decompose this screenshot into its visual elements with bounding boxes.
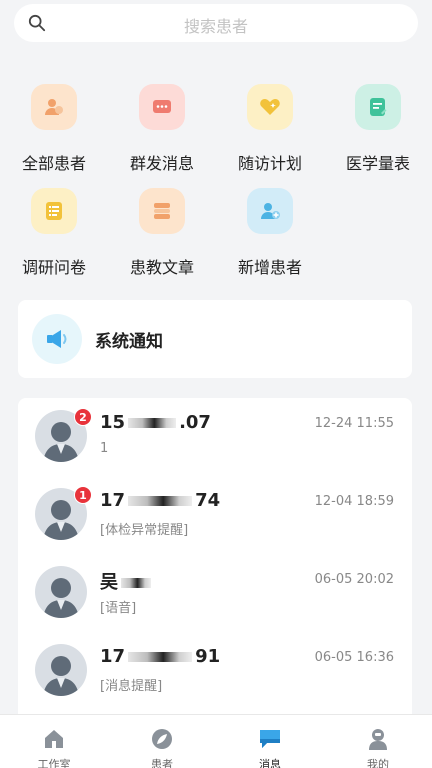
action-label: 调研问卷: [21, 258, 86, 277]
action-questionnaire[interactable]: 调研问卷: [0, 188, 108, 278]
action-add-patient[interactable]: 新增患者: [216, 188, 324, 278]
search-bar[interactable]: 搜索患者: [14, 4, 418, 42]
message-preview: [语音]: [100, 601, 137, 616]
contact-name: 吴: [100, 568, 154, 594]
list-item[interactable]: 2 15.07 1 12-24 11:55: [18, 398, 412, 476]
list-item[interactable]: 17 91 [消息提醒] 06-05 16:36: [18, 632, 412, 710]
action-label: 新增患者: [237, 258, 302, 277]
action-label: 随访计划: [237, 154, 302, 173]
notice-title: 系统通知: [95, 332, 163, 352]
tab-messages[interactable]: 消息: [216, 715, 324, 768]
list-item[interactable]: 1 17 74 [体检异常提醒] 12-04 18:59: [18, 476, 412, 554]
tab-label: 患者: [151, 758, 173, 768]
chat-icon: [260, 730, 280, 748]
action-medical-scale[interactable]: 医学量表: [324, 84, 432, 174]
tab-label: 工作室: [37, 758, 71, 768]
action-education-article[interactable]: 患教文章: [108, 188, 216, 278]
message-preview: [消息提醒]: [100, 679, 163, 694]
message-time: 12-24 11:55: [314, 416, 394, 431]
system-notice-card[interactable]: 系统通知: [18, 300, 412, 378]
action-broadcast-message[interactable]: 群发消息: [108, 84, 216, 174]
bottom-tab-bar: 工作室 患者 消息 我的: [0, 714, 432, 768]
message-preview: [体检异常提醒]: [100, 523, 189, 538]
all-patients-icon: [31, 84, 77, 130]
action-all-patients[interactable]: 全部患者: [0, 84, 108, 174]
action-label: 全部患者: [21, 154, 86, 173]
leaf-icon: [152, 729, 172, 749]
contact-name: 17 91: [100, 646, 221, 667]
action-label: 患教文章: [129, 258, 194, 277]
followup-plan-icon: [247, 84, 293, 130]
action-followup-plan[interactable]: 随访计划: [216, 84, 324, 174]
speaker-icon: [32, 314, 82, 364]
avatar: [35, 566, 87, 618]
list-item[interactable]: 吴 [语音] 06-05 20:02: [18, 554, 412, 632]
tab-studio[interactable]: 工作室: [0, 715, 108, 768]
tab-patients[interactable]: 患者: [108, 715, 216, 768]
questionnaire-icon: [31, 188, 77, 234]
home-icon: [45, 730, 63, 748]
contact-name: 15.07: [100, 412, 211, 433]
medical-scale-icon: [355, 84, 401, 130]
unread-badge: 2: [74, 408, 92, 426]
avatar: [35, 644, 87, 696]
search-placeholder: 搜索患者: [183, 17, 248, 36]
message-preview: 1: [100, 441, 109, 456]
contact-name: 17 74: [100, 490, 221, 511]
add-patient-icon: [247, 188, 293, 234]
message-list: 2 15.07 1 12-24 11:55 1 17 74 [体检异常提醒] 12…: [18, 398, 412, 718]
education-article-icon: [139, 188, 185, 234]
message-time: 06-05 20:02: [314, 572, 394, 587]
action-label: 群发消息: [129, 154, 194, 173]
message-time: 12-04 18:59: [314, 494, 394, 509]
tab-label: 我的: [367, 758, 389, 768]
tab-profile[interactable]: 我的: [324, 715, 432, 768]
broadcast-message-icon: [139, 84, 185, 130]
message-time: 06-05 16:36: [314, 650, 394, 665]
action-label: 医学量表: [345, 154, 410, 173]
unread-badge: 1: [74, 486, 92, 504]
profile-icon: [369, 729, 387, 750]
tab-label: 消息: [259, 758, 281, 768]
